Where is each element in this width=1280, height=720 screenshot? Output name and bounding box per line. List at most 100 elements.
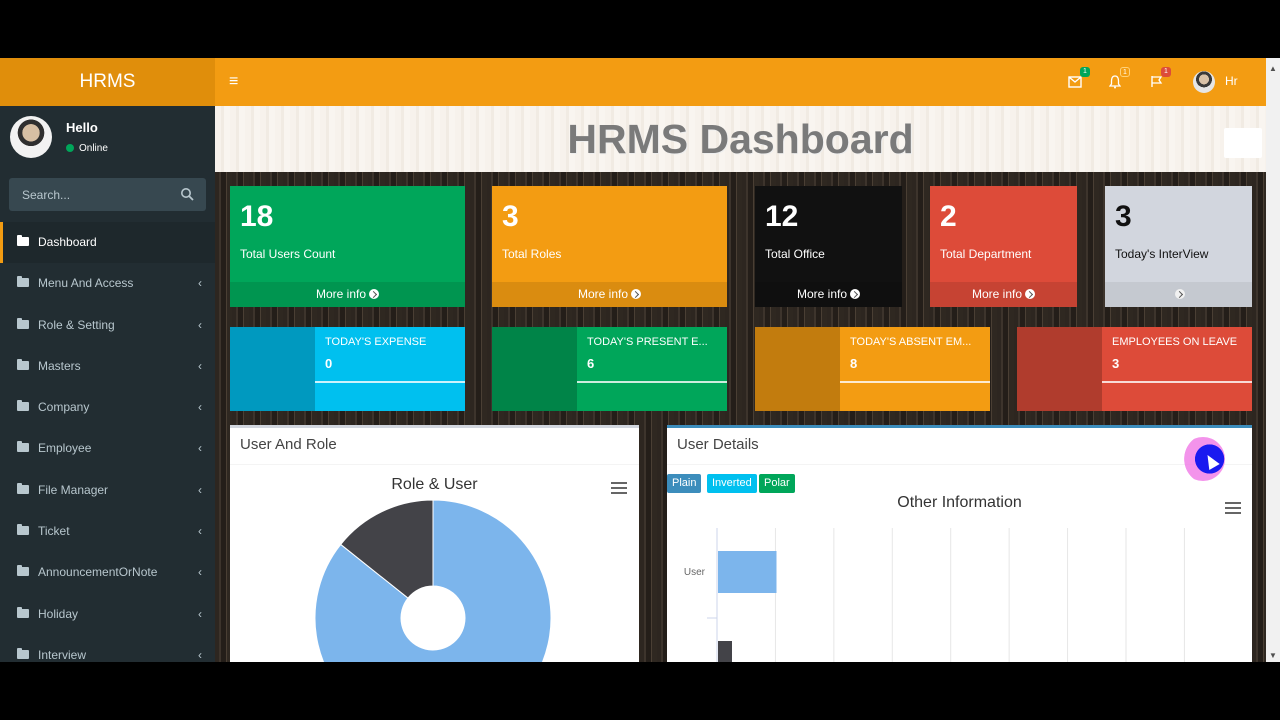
mail-icon[interactable]: 1: [1066, 67, 1090, 91]
user-role-panel: User And Role Role & User: [230, 425, 639, 662]
sidebar-item-dashboard[interactable]: Dashboard: [0, 222, 215, 264]
chevron-left-icon: ‹: [198, 524, 202, 539]
arrow-circle-right-icon: [850, 289, 861, 299]
folder-icon: [17, 400, 29, 412]
chevron-left-icon: ‹: [198, 358, 202, 373]
user-avatar-small[interactable]: [1193, 71, 1215, 93]
page-scrollbar[interactable]: ▲ ▼: [1266, 58, 1280, 662]
polar-button[interactable]: Polar: [759, 474, 795, 493]
info-box-icon-area: [230, 327, 315, 411]
chevron-left-icon: ‹: [198, 276, 202, 291]
scroll-down-icon[interactable]: ▼: [1269, 651, 1277, 660]
sidebar-item-label: Menu And Access: [38, 276, 134, 291]
brand-text[interactable]: HRMS: [80, 71, 136, 92]
inverted-button[interactable]: Inverted: [707, 474, 757, 493]
chevron-left-icon: ‹: [198, 317, 202, 332]
plain-button[interactable]: Plain: [667, 474, 702, 493]
bell-badge: 1: [1120, 67, 1130, 77]
stat-value: 3: [1115, 200, 1132, 233]
sidebar-toggle-icon[interactable]: ≡: [229, 73, 241, 91]
info-box-label: TODAY'S ABSENT EM...: [850, 336, 972, 348]
category-label: User: [684, 567, 706, 578]
more-info-link[interactable]: More info: [230, 282, 465, 307]
user-avatar: [10, 116, 52, 158]
chevron-left-icon: ‹: [198, 400, 202, 415]
folder-icon: [17, 606, 29, 618]
sidebar-item-label: Interview: [38, 647, 87, 662]
dashboard-content: 18 Total Users Count More info 3 Total R…: [215, 172, 1266, 662]
progress-bar: [577, 381, 727, 383]
panel-title: User And Role: [240, 436, 337, 453]
info-box-value: 3: [1112, 356, 1120, 371]
info-box-leave: EMPLOYEES ON LEAVE 3: [1017, 327, 1252, 411]
sidebar-item-interview[interactable]: Interview ‹: [0, 635, 215, 662]
status-text: Online: [79, 143, 108, 154]
sidebar-item-label: Employee: [38, 441, 92, 456]
stat-label: Total Roles: [502, 247, 562, 261]
flag-icon[interactable]: 1: [1147, 67, 1171, 91]
more-info-link[interactable]: More info: [930, 282, 1077, 307]
page-title: HRMS Dashboard: [567, 116, 914, 162]
more-info-link[interactable]: More info: [492, 282, 727, 307]
user-menu-name[interactable]: Hr: [1225, 74, 1238, 88]
more-info-text: More info: [796, 287, 848, 301]
info-box-expense: TODAY'S EXPENSE 0: [230, 327, 465, 411]
info-box-present: TODAY'S PRESENT E... 6: [492, 327, 727, 411]
sidebar: Hello Online Dashboard Menu And Access ‹ …: [0, 106, 215, 662]
more-info-text: More info: [315, 287, 367, 301]
sidebar-item-menu-and-access[interactable]: Menu And Access ‹: [0, 263, 215, 304]
stat-box-office: 12 Total Office More info: [755, 186, 902, 307]
sidebar-item-employee[interactable]: Employee ‹: [0, 428, 215, 469]
arrow-circle-right-icon: [369, 289, 380, 299]
stat-value: 2: [940, 200, 957, 233]
sidebar-item-label: Role & Setting: [38, 317, 115, 332]
role-user-pie-chart: [314, 499, 552, 662]
info-box-icon-area: [755, 327, 840, 411]
stat-box-interview: 3 Today's InterView: [1105, 186, 1252, 307]
bar[interactable]: [718, 551, 777, 593]
online-dot-icon: [66, 144, 74, 152]
stat-label: Total Department: [940, 247, 1032, 261]
search-input[interactable]: [9, 178, 174, 211]
sidebar-item-file-manager[interactable]: File Manager ‹: [0, 470, 215, 511]
info-box-value: 6: [587, 356, 595, 371]
user-status: Online: [66, 143, 108, 154]
stat-label: Total Office: [765, 247, 825, 261]
chart-menu-icon[interactable]: [1225, 502, 1241, 514]
bar[interactable]: [718, 641, 732, 662]
info-box-absent: TODAY'S ABSENT EM... 8: [755, 327, 990, 411]
sidebar-item-masters[interactable]: Masters ‹: [0, 346, 215, 387]
folder-icon: [17, 317, 29, 329]
header-action-box[interactable]: [1224, 128, 1262, 158]
more-info-link[interactable]: [1105, 282, 1252, 307]
sidebar-item-label: Holiday: [38, 606, 79, 621]
stat-value: 3: [502, 200, 519, 233]
search-icon[interactable]: [180, 187, 194, 201]
sidebar-item-ticket[interactable]: Ticket ‹: [0, 511, 215, 552]
sidebar-item-label: Company: [38, 400, 90, 415]
chevron-left-icon: ‹: [198, 647, 202, 662]
bell-icon[interactable]: 1: [1106, 67, 1130, 91]
panel-divider: [230, 464, 639, 465]
info-box-value: 0: [325, 356, 333, 371]
sidebar-item-label: Ticket: [38, 524, 70, 539]
info-box-label: EMPLOYEES ON LEAVE: [1112, 336, 1238, 348]
user-details-panel: User Details Plain Inverted Polar Other …: [667, 425, 1252, 662]
scroll-up-icon[interactable]: ▲: [1269, 64, 1277, 73]
folder-icon: [17, 441, 29, 453]
info-box-label: TODAY'S PRESENT E...: [587, 336, 708, 348]
stat-value: 12: [765, 200, 799, 233]
sidebar-item-holiday[interactable]: Holiday ‹: [0, 594, 215, 635]
folder-icon: [17, 482, 29, 494]
brand-logo[interactable]: HRMS: [0, 58, 215, 106]
sidebar-item-announcement[interactable]: AnnouncementOrNote ‹: [0, 552, 215, 593]
dashboard-folder-icon: [17, 235, 29, 246]
folder-icon: [17, 565, 29, 577]
sidebar-item-role-setting[interactable]: Role & Setting ‹: [0, 305, 215, 346]
progress-bar: [1102, 381, 1252, 383]
sidebar-item-company[interactable]: Company ‹: [0, 387, 215, 428]
more-info-link[interactable]: More info: [755, 282, 902, 307]
arrow-circle-right-icon: [1025, 289, 1036, 299]
folder-icon: [17, 647, 29, 659]
folder-icon: [17, 358, 29, 370]
